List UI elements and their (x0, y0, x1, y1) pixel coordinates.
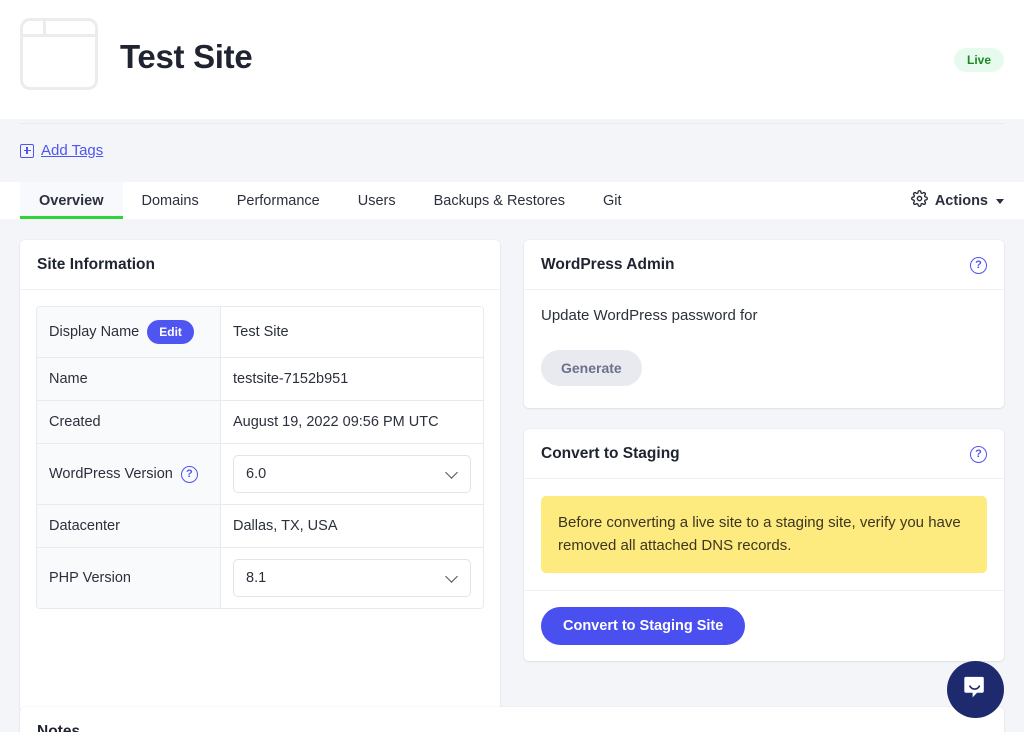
add-tags-row[interactable]: Add Tags (20, 142, 103, 159)
row-value-php-version: 8.1 (221, 548, 483, 608)
actions-button[interactable]: Actions (910, 182, 1004, 219)
row-label-created: Created (37, 401, 221, 443)
label-text: Created (49, 414, 101, 430)
row-value-wordpress-version: 6.0 (221, 444, 483, 504)
page-header: Test Site Live (0, 0, 1024, 119)
status-badge: Live (953, 48, 1004, 72)
tab-overview[interactable]: Overview (20, 182, 123, 219)
site-information-table: Display Name Edit Test Site Name testsit… (36, 306, 484, 609)
card-title: Convert to Staging (541, 445, 680, 462)
help-icon[interactable]: ? (970, 445, 987, 463)
wordpress-admin-description: Update WordPress password for (541, 307, 758, 324)
browser-window-icon (20, 18, 98, 90)
row-label-wordpress-version: WordPress Version ? (37, 444, 221, 504)
row-label-name: Name (37, 358, 221, 400)
chevron-down-icon (996, 199, 1004, 204)
page-title: Test Site (120, 38, 253, 75)
table-row: WordPress Version ? 6.0 (37, 444, 483, 505)
help-icon[interactable]: ? (970, 256, 987, 274)
generate-password-button[interactable]: Generate (541, 350, 642, 386)
tab-label: Domains (141, 192, 199, 209)
table-row: PHP Version 8.1 (37, 548, 483, 608)
card-header: Convert to Staging ? (524, 429, 1004, 479)
wordpress-admin-card: WordPress Admin ? Update WordPress passw… (524, 240, 1004, 408)
site-information-body: Display Name Edit Test Site Name testsit… (20, 290, 500, 712)
convert-to-staging-body: Before converting a live site to a stagi… (524, 479, 1004, 590)
site-overview-page: Test Site Live Add Tags Overview Domains… (0, 0, 1024, 732)
card-header: Site Information (20, 240, 500, 290)
tab-label: Git (602, 192, 622, 209)
table-row: Datacenter Dallas, TX, USA (37, 505, 483, 548)
notes-card: Notes (20, 707, 1004, 732)
table-row: Name testsite-7152b951 (37, 358, 483, 401)
tab-bar: Overview Domains Performance Users Backu… (0, 182, 1024, 219)
card-title: WordPress Admin (541, 256, 675, 273)
label-text: Name (49, 371, 88, 387)
edit-button[interactable]: Edit (147, 320, 194, 344)
php-version-select[interactable]: 8.1 (233, 559, 471, 597)
row-label-datacenter: Datacenter (37, 505, 221, 547)
warning-banner: Before converting a live site to a stagi… (541, 496, 987, 573)
chevron-down-icon (445, 569, 458, 583)
chat-launcher-button[interactable] (947, 661, 1004, 718)
chat-bubble-icon (962, 674, 989, 706)
tab-label: Performance (236, 192, 320, 209)
add-tags-link[interactable]: Add Tags (41, 142, 103, 159)
tab-label: Users (357, 192, 396, 209)
label-text: WordPress Version (49, 466, 173, 482)
row-label-php-version: PHP Version (37, 548, 221, 608)
help-icon[interactable]: ? (180, 465, 198, 483)
row-value-created: August 19, 2022 09:56 PM UTC (221, 401, 483, 443)
tab-performance[interactable]: Performance (218, 182, 339, 219)
label-text: Datacenter (49, 518, 120, 534)
row-value-display-name: Test Site (221, 307, 483, 357)
table-row: Created August 19, 2022 09:56 PM UTC (37, 401, 483, 444)
card-header: WordPress Admin ? (524, 240, 1004, 290)
tab-backups-restores[interactable]: Backups & Restores (415, 182, 584, 219)
chevron-down-icon (445, 465, 458, 479)
card-title: Site Information (37, 256, 155, 273)
convert-to-staging-card: Convert to Staging ? Before converting a… (524, 429, 1004, 661)
label-text: Display Name (49, 324, 140, 340)
convert-to-staging-footer: Convert to Staging Site (524, 590, 1004, 661)
convert-to-staging-site-button[interactable]: Convert to Staging Site (541, 607, 746, 645)
row-value-datacenter: Dallas, TX, USA (221, 505, 483, 547)
site-information-card: Site Information Display Name Edit Test … (20, 240, 500, 712)
row-value-name: testsite-7152b951 (221, 358, 483, 400)
select-value: 8.1 (246, 570, 267, 586)
main-content: Site Information Display Name Edit Test … (0, 219, 1024, 732)
actions-label: Actions (934, 192, 988, 209)
wordpress-admin-body: Update WordPress password for Generate (524, 290, 1004, 408)
left-column: Site Information Display Name Edit Test … (20, 240, 500, 712)
tab-users[interactable]: Users (339, 182, 415, 219)
tab-domains[interactable]: Domains (123, 182, 218, 219)
gear-icon (910, 190, 928, 211)
tab-label: Overview (39, 192, 104, 209)
wordpress-version-select[interactable]: 6.0 (233, 455, 471, 493)
label-text: PHP Version (49, 570, 131, 586)
notes-title: Notes (37, 723, 81, 732)
tab-label: Backups & Restores (433, 192, 565, 209)
plus-square-icon (20, 143, 34, 158)
header-divider (20, 123, 1004, 124)
tab-git[interactable]: Git (584, 182, 641, 219)
row-label-display-name: Display Name Edit (37, 307, 221, 357)
table-row: Display Name Edit Test Site (37, 307, 483, 358)
select-value: 6.0 (246, 466, 267, 482)
right-column: WordPress Admin ? Update WordPress passw… (524, 240, 1004, 661)
